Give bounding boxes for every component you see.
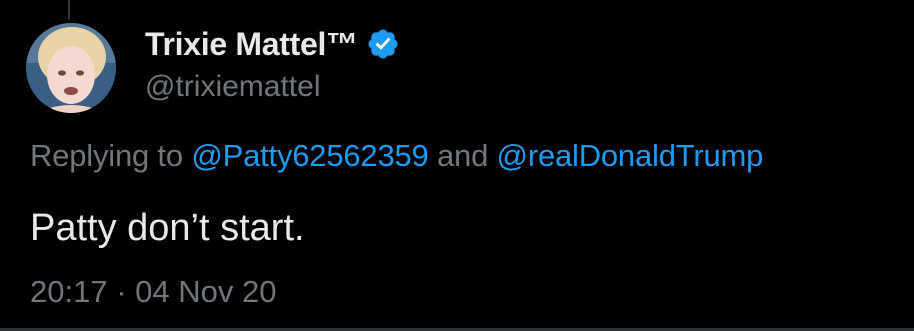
mention-link-realdonaldtrump[interactable]: @realDonaldTrump	[497, 138, 764, 173]
author-display-name[interactable]: Trixie Mattel™	[145, 26, 358, 63]
mention-link-patty[interactable]: @Patty62562359	[191, 138, 428, 173]
replying-to-line: Replying to @Patty62562359 and @realDona…	[30, 138, 763, 174]
tweet-body-text: Patty don’t start.	[30, 207, 305, 249]
avatar-image	[26, 23, 116, 113]
tweet-timestamp[interactable]: 20:17 · 04 Nov 20	[30, 274, 276, 310]
tweet-time: 20:17	[30, 274, 108, 309]
tweet-author: Trixie Mattel™ @trixiemattel	[145, 24, 400, 104]
author-handle[interactable]: @trixiemattel	[145, 70, 400, 104]
timestamp-separator: ·	[116, 274, 127, 309]
replying-to-label: Replying to	[30, 138, 183, 173]
author-name-row: Trixie Mattel™	[145, 24, 400, 64]
replying-to-conjunction: and	[437, 138, 489, 173]
verified-badge-icon	[366, 27, 400, 61]
tweet-date: 04 Nov 20	[135, 274, 277, 309]
thread-connector-line	[68, 0, 70, 20]
avatar[interactable]	[26, 23, 116, 113]
